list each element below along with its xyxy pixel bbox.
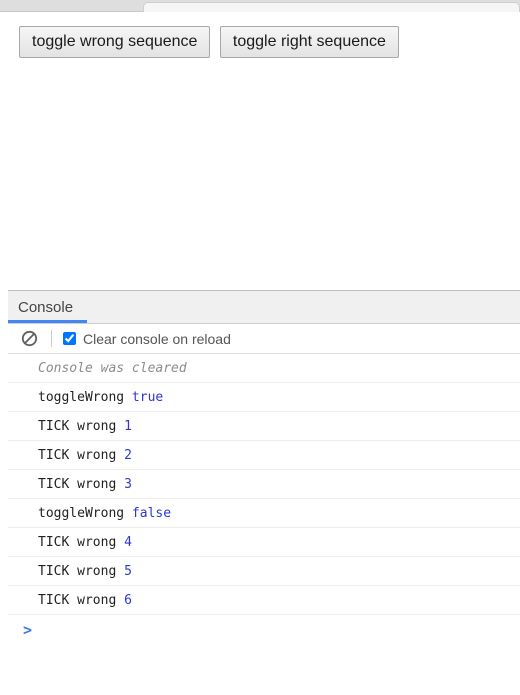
console-log-message: Console was cleared <box>38 361 187 376</box>
console-log-row: toggleWrong true <box>8 383 520 412</box>
console-log-value: 4 <box>124 535 132 550</box>
console-log-row: TICK wrong 3 <box>8 470 520 499</box>
console-log-message: TICK wrong <box>38 419 125 434</box>
console-log-row: TICK wrong 5 <box>8 557 520 586</box>
console-log-value: 1 <box>124 419 132 434</box>
tab-console-label: Console <box>18 299 74 316</box>
console-log-row: TICK wrong 2 <box>8 441 520 470</box>
browser-tab[interactable] <box>143 2 520 12</box>
console-log-value: 2 <box>124 448 132 463</box>
toggle-right-sequence-button[interactable]: toggle right sequence <box>219 26 399 58</box>
tab-console[interactable]: Console <box>8 291 88 323</box>
console-toolbar: Clear console on reload <box>8 324 520 354</box>
console-log-value: false <box>131 506 172 521</box>
console-log-list[interactable]: Console was cleared toggleWrong true TICK … <box>8 354 520 615</box>
console-log-message: TICK wrong <box>38 564 125 579</box>
toolbar-divider <box>51 330 52 347</box>
clear-console-icon[interactable] <box>20 330 38 348</box>
console-log-row: toggleWrong false <box>8 499 520 528</box>
console-log-message: TICK wrong <box>38 477 125 492</box>
console-log-value: 3 <box>124 477 132 492</box>
console-log-message: TICK wrong <box>38 535 125 550</box>
clear-console-on-reload-checkbox[interactable] <box>63 332 76 345</box>
console-log-message: TICK wrong <box>38 593 125 608</box>
console-log-message: toggleWrong <box>38 390 132 405</box>
browser-chrome <box>0 0 520 12</box>
page-viewport: toggle wrong sequence toggle right seque… <box>8 12 520 290</box>
console-log-row: TICK wrong 6 <box>8 586 520 615</box>
devtools-panel: Console Clear console on reload Console … <box>8 290 520 695</box>
page-content: toggle wrong sequence toggle right seque… <box>8 12 520 58</box>
prompt-chevron-icon: > <box>23 620 33 639</box>
console-log-row: Console was cleared <box>8 354 520 383</box>
console-log-row: TICK wrong 4 <box>8 528 520 557</box>
console-log-value: 6 <box>124 593 132 608</box>
console-log-value: true <box>131 390 164 405</box>
console-log-value: 5 <box>124 564 132 579</box>
toggle-wrong-sequence-button[interactable]: toggle wrong sequence <box>19 26 211 58</box>
clear-console-on-reload-label[interactable]: Clear console on reload <box>83 331 231 347</box>
console-log-message: TICK wrong <box>38 448 125 463</box>
devtools-tab-bar: Console <box>8 291 520 324</box>
console-prompt[interactable]: > <box>8 615 520 645</box>
console-log-row: TICK wrong 1 <box>8 412 520 441</box>
console-log-message: toggleWrong <box>38 506 132 521</box>
